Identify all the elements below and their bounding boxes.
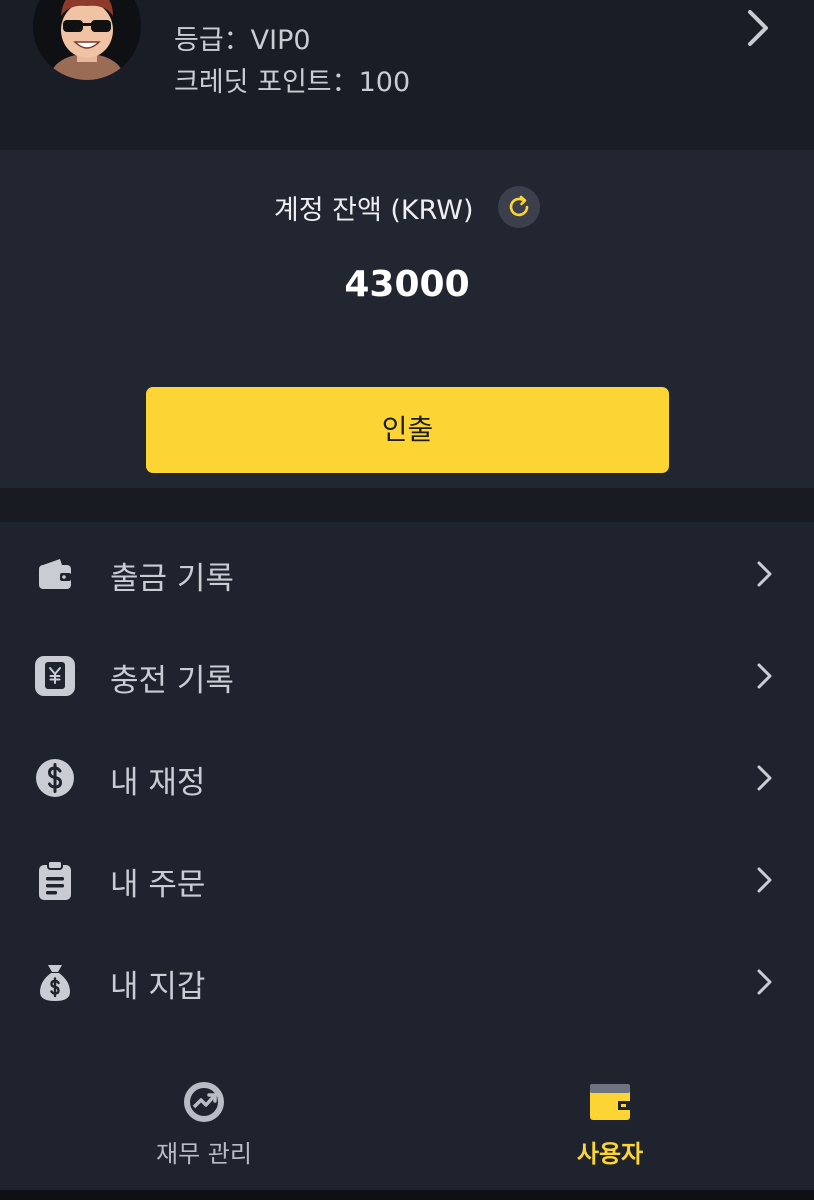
user-wallet-icon (588, 1080, 632, 1124)
menu-item-label: 충전 기록 (110, 663, 234, 699)
dollar-coin-icon (34, 757, 76, 799)
refresh-icon (509, 195, 529, 217)
chevron-right-icon (752, 866, 776, 894)
credit-points-text: 크레딧 포인트：100 (174, 67, 411, 98)
chevron-right-icon (752, 662, 776, 690)
balance-title: 계정 잔액 (KRW) (273, 194, 474, 226)
balance-amount: 43000 (344, 264, 470, 305)
system-nav-strip (0, 1190, 814, 1200)
clipboard-icon (34, 859, 76, 901)
menu-item-withdrawal-history[interactable]: 출금 기록 (0, 522, 814, 624)
balance-card: 계정 잔액 (KRW) 43000 인출 (0, 150, 814, 488)
wallet-icon (34, 553, 76, 595)
tab-user[interactable]: 사용자 (510, 1062, 710, 1190)
withdraw-button[interactable]: 인출 (146, 387, 669, 473)
menu-item-label: 내 주문 (110, 867, 206, 903)
menu-item-my-wallet[interactable]: 내 지갑 (0, 930, 814, 1032)
menu-item-my-orders[interactable]: 내 주문 (0, 828, 814, 930)
balance-title-row: 계정 잔액 (KRW) (0, 186, 814, 228)
refresh-button[interactable] (498, 186, 541, 228)
menu-item-label: 내 지갑 (110, 969, 206, 1005)
tab-label: 사용자 (576, 1140, 644, 1168)
menu-item-label: 내 재정 (110, 765, 206, 801)
yen-receipt-icon (34, 655, 76, 697)
chevron-right-icon (752, 560, 776, 588)
menu-item-label: 출금 기록 (110, 561, 234, 597)
user-account-screen: 등급：VIP0 크레딧 포인트：100 계정 잔액 (KRW) 43000 인출 (0, 0, 814, 1200)
section-divider (0, 488, 814, 522)
chevron-right-icon[interactable] (738, 6, 778, 50)
finance-chart-icon (182, 1080, 226, 1124)
menu-item-my-finance[interactable]: 내 재정 (0, 726, 814, 828)
account-menu: 출금 기록 충전 기록 내 재정 내 주문 내 지갑 (0, 522, 814, 1032)
avatar (33, 0, 141, 80)
tab-finance-management[interactable]: 재무 관리 (104, 1062, 304, 1190)
vip-level-text: 등급：VIP0 (174, 25, 311, 56)
chevron-right-icon (752, 764, 776, 792)
tab-label: 재무 관리 (156, 1140, 252, 1168)
bottom-tab-bar: 재무 관리 사용자 (0, 1062, 814, 1190)
menu-item-deposit-history[interactable]: 충전 기록 (0, 624, 814, 726)
money-bag-icon (34, 961, 76, 1003)
chevron-right-icon (752, 968, 776, 996)
profile-header[interactable]: 등급：VIP0 크레딧 포인트：100 (0, 0, 814, 150)
